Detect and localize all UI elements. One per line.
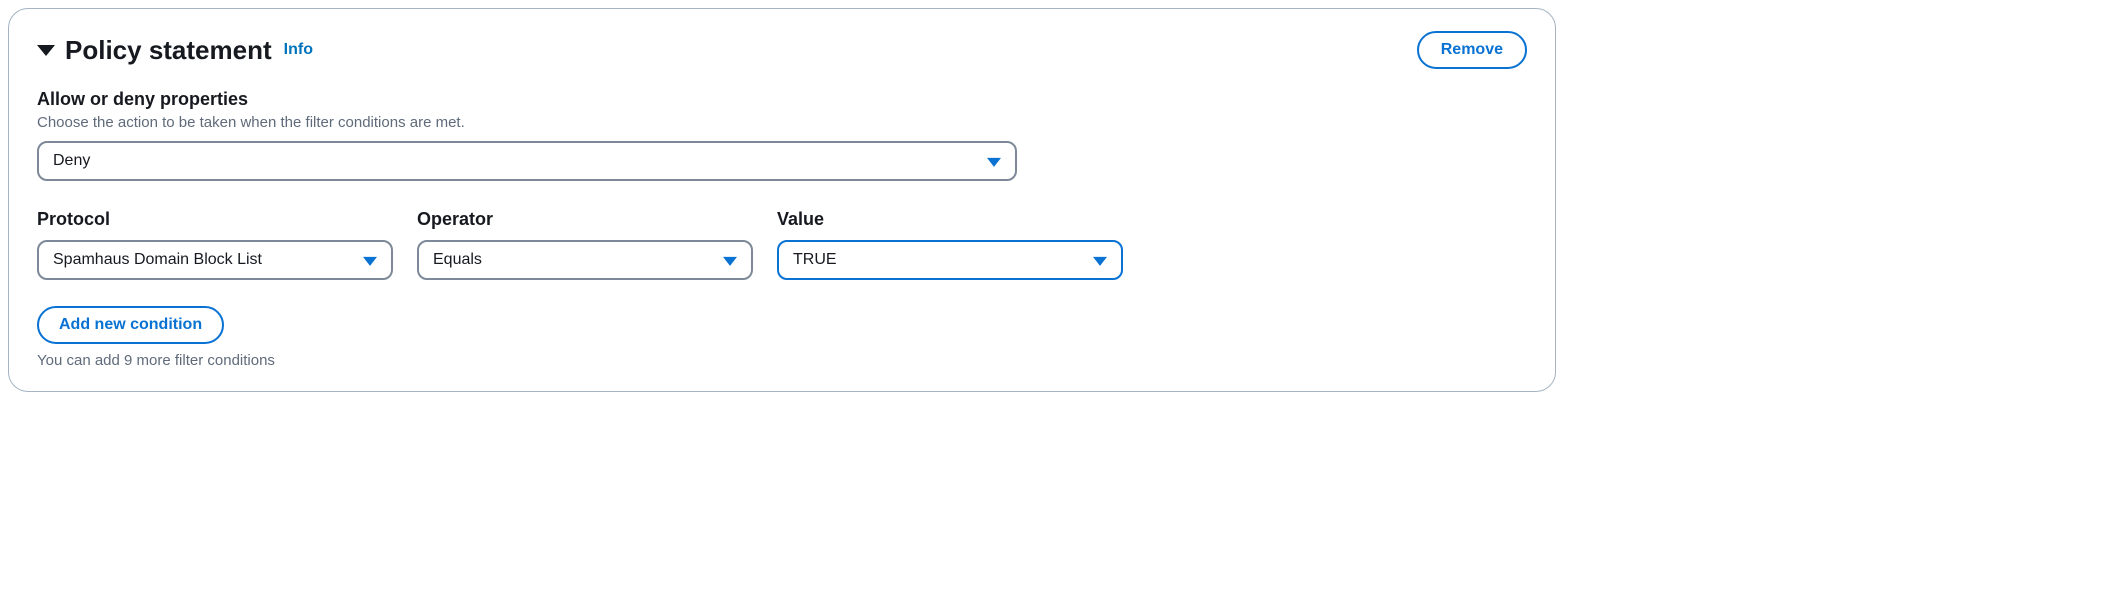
chevron-down-icon <box>1093 257 1107 266</box>
policy-statement-panel: Policy statement Info Remove Allow or de… <box>8 8 1556 392</box>
action-label: Allow or deny properties <box>37 89 1527 110</box>
conditions-hint: You can add 9 more filter conditions <box>37 352 1527 369</box>
collapse-toggle-icon[interactable] <box>37 45 55 56</box>
remove-button[interactable]: Remove <box>1417 31 1527 69</box>
operator-field: Operator Equals <box>417 209 753 280</box>
protocol-field: Protocol Spamhaus Domain Block List <box>37 209 393 280</box>
operator-select-value: Equals <box>433 251 482 269</box>
chevron-down-icon <box>723 257 737 266</box>
value-select-value: TRUE <box>793 251 837 269</box>
add-condition-button[interactable]: Add new condition <box>37 306 224 344</box>
action-description: Choose the action to be taken when the f… <box>37 114 1527 131</box>
operator-select[interactable]: Equals <box>417 240 753 280</box>
value-label: Value <box>777 209 1123 230</box>
operator-label: Operator <box>417 209 753 230</box>
action-select[interactable]: Deny <box>37 141 1017 181</box>
info-link[interactable]: Info <box>284 41 313 59</box>
action-select-value: Deny <box>53 152 90 170</box>
chevron-down-icon <box>987 158 1001 167</box>
value-select[interactable]: TRUE <box>777 240 1123 280</box>
protocol-select[interactable]: Spamhaus Domain Block List <box>37 240 393 280</box>
panel-header: Policy statement Info Remove <box>37 31 1527 69</box>
panel-title: Policy statement <box>65 35 272 66</box>
chevron-down-icon <box>363 257 377 266</box>
protocol-label: Protocol <box>37 209 393 230</box>
value-field: Value TRUE <box>777 209 1123 280</box>
panel-header-left: Policy statement Info <box>37 35 313 66</box>
protocol-select-value: Spamhaus Domain Block List <box>53 251 262 269</box>
condition-row: Protocol Spamhaus Domain Block List Oper… <box>37 209 1527 280</box>
